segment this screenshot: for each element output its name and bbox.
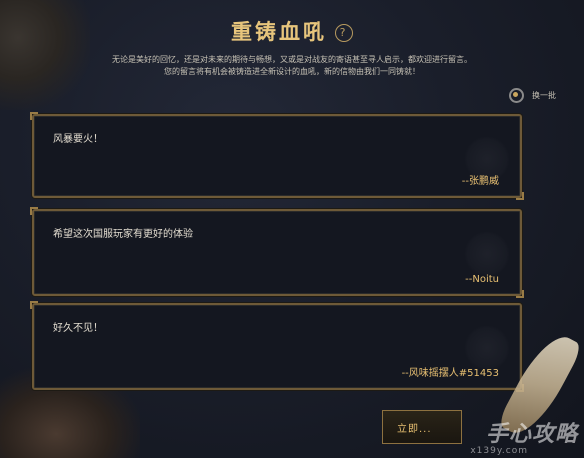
description-line-1: 无论是美好的回忆，还是对未来的期待与畅想，又或是对战友的寄语甚至寻人启示，都欢迎… [112, 55, 472, 64]
message-text: 希望这次国服玩家有更好的体验 [53, 229, 193, 240]
message-text: 好久不见！ [53, 323, 103, 334]
help-icon[interactable]: ? [335, 24, 353, 42]
alliance-emblem-watermark [464, 231, 510, 277]
refresh-label: 换一批 [532, 91, 556, 100]
message-text: 风暴要火！ [53, 134, 103, 145]
site-watermark-url: x139y.com [470, 446, 528, 456]
message-author: --风味摇摆人#51453 [401, 368, 499, 379]
message-wall-page: 重铸血吼? 无论是美好的回忆，还是对未来的期待与畅想，又或是对战友的寄语甚至寻人… [0, 0, 584, 458]
message-card: 希望这次国服玩家有更好的体验 --Noitu [30, 207, 524, 298]
message-card: 风暴要火！ --张鹏威 [30, 112, 524, 200]
submit-message-button[interactable]: 立即... [382, 410, 462, 444]
page-title: 重铸血吼? [0, 16, 584, 46]
message-card: 好久不见！ --风味摇摆人#51453 [30, 301, 524, 392]
message-author: --张鹏威 [461, 176, 499, 187]
message-author: --Noitu [465, 274, 499, 285]
site-watermark: 手心攻略 [485, 422, 578, 447]
refresh-button[interactable]: 换一批 [509, 88, 556, 103]
refresh-icon [509, 88, 524, 103]
description-line-2: 您的留言将有机会被铸造进全新设计的血吼，新的信物由我们一同铸就！ [164, 67, 420, 76]
page-title-text: 重铸血吼 [231, 20, 327, 44]
